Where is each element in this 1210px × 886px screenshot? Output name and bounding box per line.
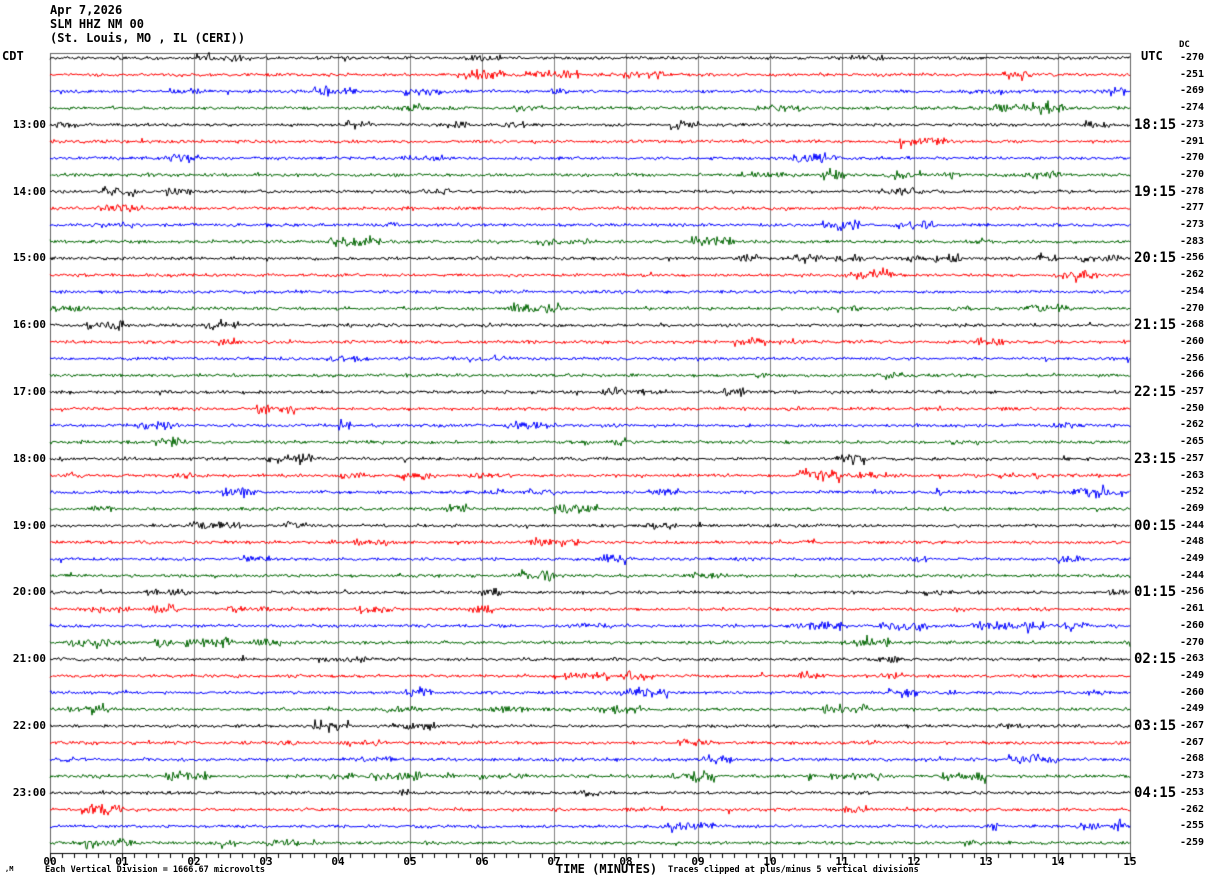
dc-offset-value: -283 [1180,235,1205,247]
dc-offset-value: -273 [1180,219,1205,231]
x-axis-title: TIME (MINUTES) [556,862,658,876]
dc-offset-value: -248 [1180,536,1205,548]
cdt-time-label: 18:00 [12,451,46,465]
dc-offset-value: -250 [1180,402,1205,414]
header-date: Apr 7,2026 [50,3,123,17]
vertical-division-note: Each Vertical Division = 1666.67 microvo… [45,865,266,875]
dc-offset-value: -263 [1180,469,1205,481]
dc-offset-value: -266 [1180,369,1205,381]
dc-offset-value: -274 [1180,102,1205,114]
dc-offset-value: -277 [1180,202,1205,214]
dc-offset-value: -262 [1180,419,1205,431]
minute-tick-label: 13 [979,855,993,868]
dc-offset-value: -259 [1180,837,1205,848]
cdt-time-label: 22:00 [12,719,46,733]
minute-tick-label: 14 [1051,855,1065,868]
dc-offset-value: -270 [1180,168,1205,180]
cdt-time-label: 23:00 [12,785,46,799]
left-timezone-label: CDT [2,49,24,63]
dc-offset-value: -254 [1180,285,1205,297]
utc-time-label: 00:15 [1134,517,1177,534]
right-timezone-label: UTC [1141,49,1163,63]
dc-column-header: DC [1179,40,1190,50]
utc-time-label: 21:15 [1134,317,1177,334]
dc-offset-value: -244 [1180,519,1205,531]
utc-time-label: 22:15 [1134,384,1177,401]
cdt-time-label: 21:00 [12,652,46,666]
dc-offset-value: -260 [1180,686,1205,698]
dc-offset-value: -291 [1180,135,1205,147]
dc-offset-value: -273 [1180,118,1205,130]
header-station-location: (St. Louis, MO , IL (CERI)) [50,31,246,45]
utc-time-label: 02:15 [1134,651,1177,668]
dc-offset-value: -252 [1180,486,1205,498]
dc-offset-value: -267 [1180,736,1205,748]
utc-time-label: 01:15 [1134,584,1177,601]
dc-offset-value: -262 [1180,269,1205,281]
dc-offset-value: -255 [1180,820,1205,832]
corner-mark: ,M [5,865,14,873]
utc-time-label: 23:15 [1134,450,1177,467]
dc-offset-value: -267 [1180,720,1205,732]
dc-offset-value: -269 [1180,85,1205,97]
cdt-time-label: 13:00 [12,117,46,131]
dc-offset-value: -278 [1180,185,1205,197]
dc-offset-value: -244 [1180,569,1205,581]
minute-tick-label: 05 [403,855,417,868]
dc-offset-value: -251 [1180,68,1205,80]
cdt-time-label: 20:00 [12,585,46,599]
minute-tick-label: 06 [475,855,489,868]
dc-offset-value: -256 [1180,352,1205,364]
dc-offset-value: -268 [1180,753,1205,765]
dc-offset-value: -253 [1180,786,1205,798]
dc-offset-value: -256 [1180,252,1205,264]
utc-time-label: 04:15 [1134,784,1177,801]
utc-time-label: 20:15 [1134,250,1177,267]
dc-offset-value: -249 [1180,553,1205,565]
dc-offset-value: -269 [1180,502,1205,514]
dc-offset-value: -265 [1180,436,1205,448]
dc-offset-value: -257 [1180,452,1205,464]
dc-offset-value: -249 [1180,703,1205,715]
minute-tick-label: 15 [1123,855,1137,868]
cdt-time-label: 15:00 [12,251,46,265]
utc-time-label: 18:15 [1134,116,1177,133]
dc-offset-value: -249 [1180,669,1205,681]
minute-tick-label: 04 [331,855,345,868]
dc-offset-value: -260 [1180,619,1205,631]
dc-offset-value: -256 [1180,586,1205,598]
dc-offset-value: -270 [1180,302,1205,314]
cdt-time-label: 19:00 [12,518,46,532]
dc-offset-value: -270 [1180,636,1205,648]
dc-offset-value: -273 [1180,770,1205,782]
utc-time-label: 03:15 [1134,718,1177,735]
clip-note: Traces clipped at plus/minus 5 vertical … [668,865,919,875]
dc-offset-value: -257 [1180,386,1205,398]
header-station-code: SLM HHZ NM 00 [50,17,144,31]
utc-time-label: 19:15 [1134,183,1177,200]
dc-offset-value: -260 [1180,335,1205,347]
dc-offset-value: -262 [1180,803,1205,815]
dc-offset-value: -261 [1180,603,1205,615]
seismogram-plot [0,0,1210,886]
dc-offset-value: -270 [1180,152,1205,164]
webicorder-page: Apr 7,2026 SLM HHZ NM 00 (St. Louis, MO … [0,0,1210,886]
cdt-time-label: 17:00 [12,385,46,399]
dc-offset-value: -270 [1180,52,1205,63]
dc-offset-value: -263 [1180,653,1205,665]
cdt-time-label: 16:00 [12,318,46,332]
cdt-time-label: 14:00 [12,184,46,198]
dc-offset-value: -268 [1180,319,1205,331]
